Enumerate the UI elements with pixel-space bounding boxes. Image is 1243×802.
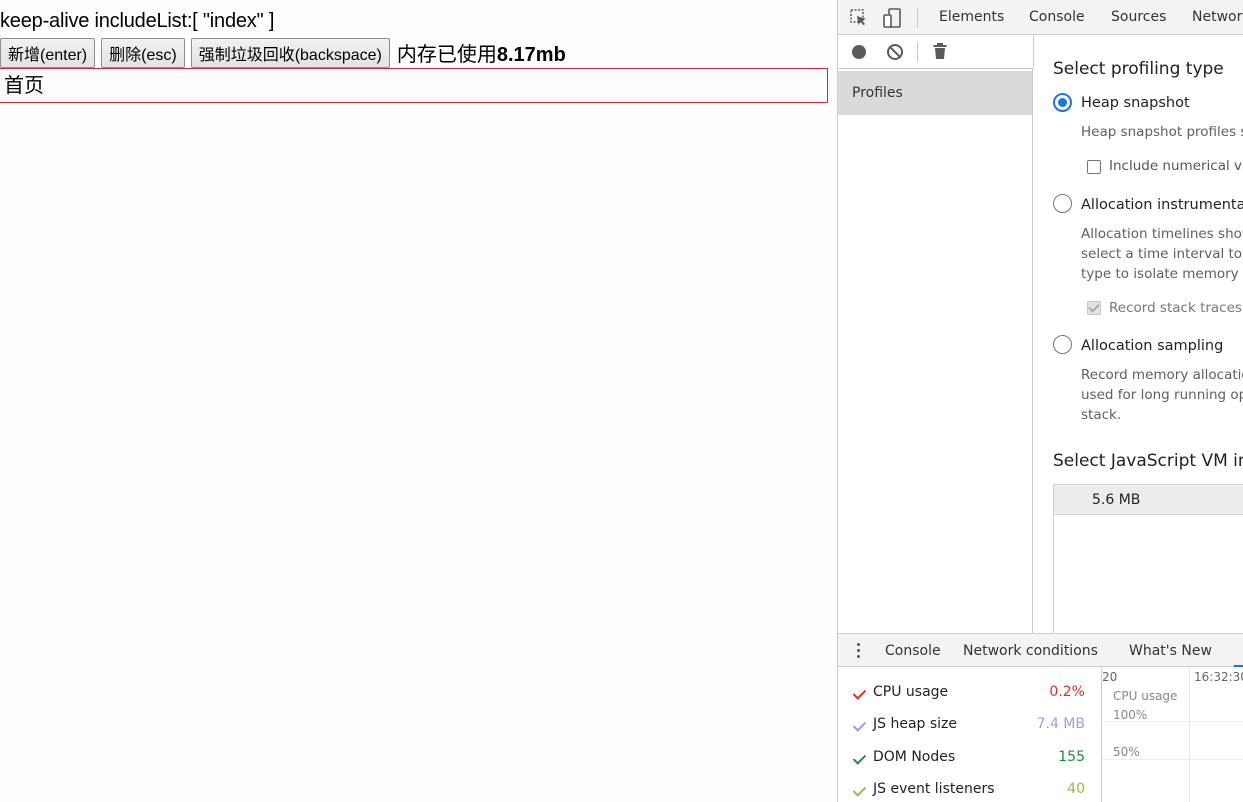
graph-label-50: 50%	[1113, 745, 1140, 759]
route-view: 首页	[0, 68, 828, 103]
metric-cpu-usage[interactable]: CPU usage 0.2%	[838, 684, 1101, 716]
metric-label: CPU usage	[873, 684, 949, 700]
heap-snapshot-label[interactable]: Heap snapshot	[1081, 95, 1190, 111]
allocation-timeline-desc-2: select a time interval to see objects	[1081, 246, 1243, 262]
metric-label: JS event listeners	[873, 781, 995, 797]
drawer-menu-icon[interactable]	[856, 643, 862, 661]
delete-button[interactable]: 删除(esc)	[101, 37, 185, 68]
include-numerical-label[interactable]: Include numerical values in capture	[1109, 158, 1243, 174]
metric-js-heap-size[interactable]: JS heap size 7.4 MB	[838, 716, 1101, 748]
metric-js-event-listeners[interactable]: JS event listeners 40	[838, 781, 1101, 802]
tab-console[interactable]: Console	[1029, 9, 1085, 25]
profiles-action-bar	[838, 35, 1033, 69]
drawer-tab-whats-new[interactable]: What's New	[1129, 643, 1212, 659]
heap-snapshot-radio[interactable]	[1053, 93, 1072, 112]
allocation-sampling-label[interactable]: Allocation sampling	[1081, 338, 1223, 354]
allocation-timeline-desc-1: Allocation timelines show instrumented	[1081, 226, 1243, 242]
profiles-sidebar: Profiles	[838, 69, 1033, 633]
drawer-tab-network-conditions[interactable]: Network conditions	[963, 643, 1098, 659]
allocation-timeline-desc-3: type to isolate memory leaks.	[1081, 266, 1243, 282]
add-button[interactable]: 新增(enter)	[0, 37, 96, 68]
drawer-tabbar: Console Network conditions What's New	[838, 633, 1243, 668]
vm-instance-row[interactable]: 5.6 MB	[1054, 485, 1243, 515]
app-page: keep-alive includeList:[ "index" ] 新增(en…	[0, 0, 837, 802]
record-stack-traces-label: Record stack traces of allocations	[1109, 300, 1243, 316]
metric-value: 7.4 MB	[1036, 716, 1085, 732]
graph-gridline-50	[1102, 759, 1243, 760]
tab-sources[interactable]: Sources	[1111, 9, 1166, 25]
graph-title: CPU usage	[1113, 689, 1178, 703]
profiles-main: Select profiling type Heap snapshot Heap…	[1034, 35, 1243, 633]
record-stack-traces-checkbox[interactable]	[1087, 301, 1101, 315]
action-divider	[917, 42, 918, 62]
metric-value: 0.2%	[1049, 684, 1085, 700]
graph-label-100: 100%	[1113, 708, 1148, 722]
record-icon[interactable]	[851, 44, 867, 60]
check-icon	[853, 785, 865, 793]
metric-label: JS heap size	[873, 716, 958, 732]
graph-time-tick: 20	[1102, 670, 1118, 684]
check-icon	[853, 720, 865, 728]
page-toolbar: 新增(enter) 删除(esc) 强制垃圾回收(backspace) 内存已使…	[0, 37, 566, 68]
metric-value: 155	[1058, 749, 1085, 765]
allocation-timeline-label[interactable]: Allocation instrumentation on timeline	[1081, 197, 1243, 213]
allocation-sampling-desc-1: Record memory allocations using sampling	[1081, 367, 1243, 383]
devtools-toolbar: Elements Console Sources Network	[838, 0, 1243, 35]
select-vm-heading: Select JavaScript VM instance	[1053, 451, 1243, 471]
memory-usage: 内存已使用8.17mb	[397, 38, 566, 67]
check-icon	[853, 688, 865, 696]
page-header: keep-alive includeList:[ "index" ]	[0, 10, 275, 32]
graph-time-gridline	[1189, 667, 1190, 802]
select-profiling-type-heading: Select profiling type	[1053, 59, 1224, 79]
force-gc-button[interactable]: 强制垃圾回收(backspace)	[190, 37, 390, 68]
allocation-sampling-radio[interactable]	[1053, 335, 1072, 354]
allocation-sampling-desc-3: stack.	[1081, 407, 1122, 423]
performance-monitor-graph: 20 16:32:30 CPU usage 100% 50%	[1102, 667, 1243, 802]
tab-network[interactable]: Network	[1192, 9, 1243, 25]
graph-time-tick: 16:32:30	[1194, 670, 1243, 684]
collect-garbage-icon[interactable]	[932, 42, 948, 60]
vm-instance-table: 5.6 MB	[1053, 484, 1243, 633]
check-icon	[853, 753, 865, 761]
devtools-panel: Elements Console Sources Network Profile…	[837, 0, 1243, 802]
allocation-sampling-desc-2: used for long running operations	[1081, 387, 1243, 403]
route-text: 首页	[4, 75, 44, 97]
memory-usage-value: 8.17mb	[496, 44, 566, 66]
toolbar-divider	[917, 8, 918, 28]
tab-elements[interactable]: Elements	[939, 9, 1004, 25]
inspect-element-icon[interactable]	[848, 7, 870, 29]
include-numerical-checkbox[interactable]	[1087, 160, 1101, 174]
heap-snapshot-desc: Heap snapshot profiles show memory distr…	[1081, 124, 1243, 140]
sidebar-item-profiles[interactable]: Profiles	[838, 71, 1032, 115]
memory-usage-label: 内存已使用	[396, 44, 497, 66]
metric-dom-nodes[interactable]: DOM Nodes 155	[838, 749, 1101, 781]
drawer-tab-console[interactable]: Console	[885, 643, 941, 659]
vm-instance-size: 5.6 MB	[1092, 492, 1141, 508]
device-toolbar-icon[interactable]	[881, 7, 903, 29]
clear-icon[interactable]	[886, 43, 904, 61]
allocation-timeline-radio[interactable]	[1053, 194, 1072, 213]
metric-label: DOM Nodes	[873, 749, 956, 765]
metric-value: 40	[1067, 781, 1085, 797]
performance-monitor-metrics: CPU usage 0.2% JS heap size 7.4 MB DOM N…	[838, 667, 1102, 802]
